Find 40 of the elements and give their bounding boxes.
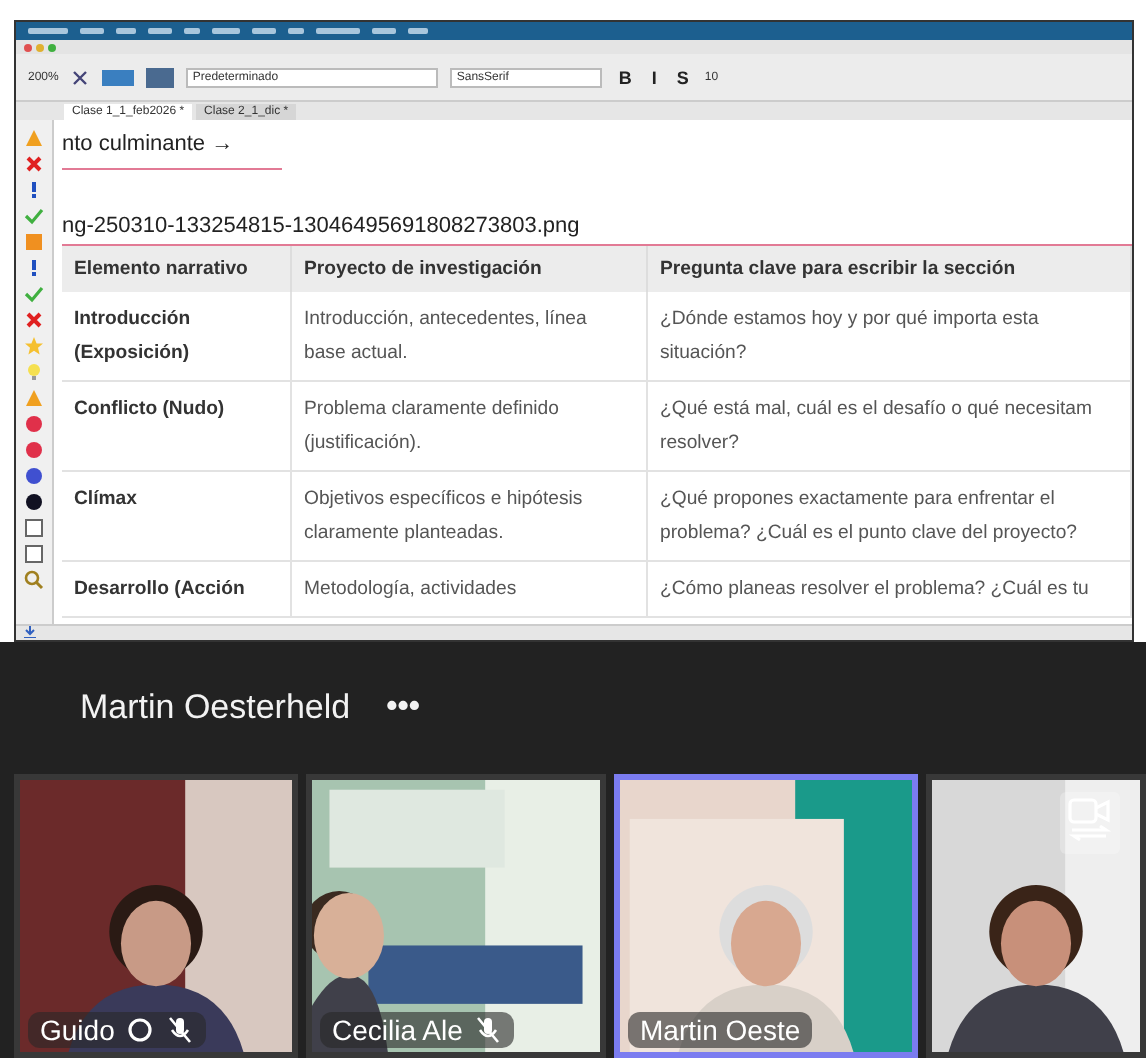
more-button[interactable]: •••: [386, 689, 420, 726]
participant-name: Martin Oeste: [640, 1014, 801, 1046]
table-cell: ¿Qué propones exactamente para enfrentar el problema? ¿Cuál es el punto clave del proyecto?: [648, 472, 1132, 562]
download-icon: [24, 626, 36, 639]
switch-camera-button[interactable]: [1060, 791, 1120, 854]
column-header: Elemento narrativo: [62, 246, 292, 292]
table-cell: Clímax: [62, 472, 292, 562]
table-cell: ¿Qué está mal, cuál es el desafío o qué necesitam resolver?: [648, 382, 1132, 472]
table-cell: ¿Dónde estamos hoy y por qué importa esta situación?: [648, 292, 1132, 382]
video-tile[interactable]: Guido: [14, 773, 298, 1058]
table-cell: Introducción (Exposición): [62, 292, 292, 382]
table-cell: ¿Cómo planeas resolver el problema? ¿Cuál es tu: [648, 562, 1132, 618]
column-header: Pregunta clave para escribir la sección: [648, 246, 1132, 292]
video-tile[interactable]: Cecilia Ale: [306, 773, 606, 1058]
video-tile[interactable]: Martin Oeste: [614, 773, 918, 1058]
table-cell: Metodología, actividades: [292, 562, 648, 618]
participant-name: Guido: [40, 1014, 115, 1046]
table-cell: Problema claramente definido (justificación).: [292, 382, 648, 472]
format-button[interactable]: B: [614, 67, 636, 87]
format-button[interactable]: S: [672, 67, 693, 87]
heading-text: nto culminante →: [62, 132, 236, 156]
table-cell: Conflicto (Nudo): [62, 382, 292, 472]
check-icon[interactable]: [24, 206, 44, 226]
speaker-name: Martin Oesterheld: [80, 687, 351, 728]
cross-icon[interactable]: [24, 310, 44, 330]
star-icon[interactable]: [24, 336, 44, 356]
magnifier-icon[interactable]: [24, 570, 44, 590]
format-button[interactable]: I: [647, 67, 661, 87]
table-cell: Desarrollo (Acción: [62, 562, 292, 618]
check-icon[interactable]: [24, 284, 44, 304]
participant-name: Cecilia Ale: [332, 1014, 463, 1046]
table-cell: Objetivos específicos e hipótesis claramente planteadas.: [292, 472, 648, 562]
image-filename: ng-250310-133254815-13046495691808273803.png: [62, 214, 582, 242]
checkbox-icon[interactable]: [24, 544, 44, 564]
bulb-icon[interactable]: [24, 362, 44, 382]
column-header: Proyecto de investigación: [292, 246, 648, 292]
circle-icon[interactable]: [24, 492, 44, 512]
table-cell: Introducción, antecedentes, línea base actual.: [292, 292, 648, 382]
cross-icon[interactable]: [24, 154, 44, 174]
checkbox-icon[interactable]: [24, 518, 44, 538]
